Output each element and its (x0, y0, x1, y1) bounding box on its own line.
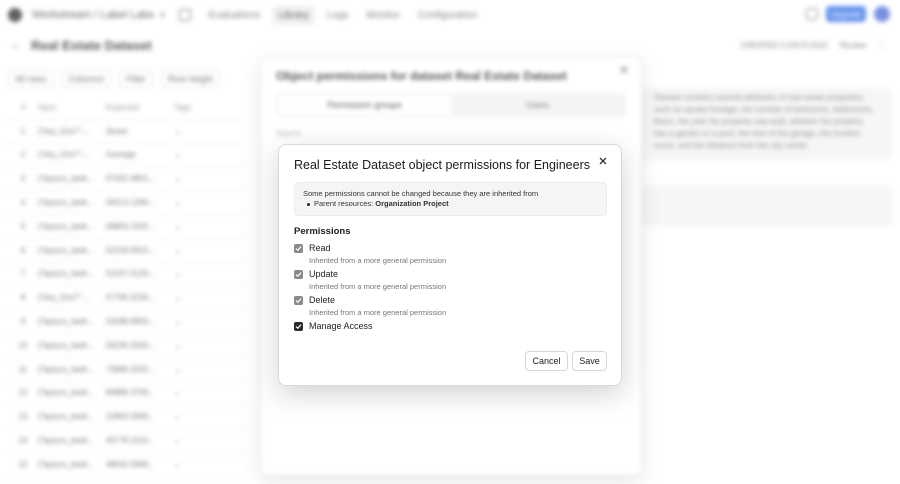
permission-label: Manage Access (309, 321, 373, 331)
permission-label: Update (309, 269, 339, 279)
inherited-permissions-notice: Some permissions cannot be changed becau… (294, 182, 607, 216)
close-icon (599, 157, 607, 165)
parent-resource-name: Organization Project (375, 199, 449, 208)
permissions-heading: Permissions (294, 226, 351, 237)
notice-list-item: Parent resources: Organization Project (303, 199, 598, 209)
manage-access-checkbox[interactable] (294, 321, 303, 331)
notice-text: Some permissions cannot be changed becau… (303, 189, 539, 198)
delete-checkbox[interactable] (294, 295, 303, 305)
close-button[interactable] (595, 153, 611, 169)
update-checkbox[interactable] (294, 269, 303, 279)
permission-manage-access: Manage Access (294, 321, 594, 331)
save-button[interactable]: Save (572, 351, 607, 371)
permission-delete: Delete Inherited from a more general per… (294, 295, 594, 317)
inherited-note: Inherited from a more general permission (309, 256, 447, 265)
inherited-note: Inherited from a more general permission (309, 282, 447, 291)
group-permissions-modal: Real Estate Dataset object permissions f… (278, 144, 622, 386)
notice-item-prefix: Parent resources: (314, 199, 376, 208)
permission-read: Read Inherited from a more general permi… (294, 243, 594, 265)
cancel-button[interactable]: Cancel (525, 351, 568, 371)
permission-label: Read (309, 243, 331, 253)
read-checkbox[interactable] (294, 243, 303, 253)
permission-update: Update Inherited from a more general per… (294, 269, 594, 291)
permission-label: Delete (309, 295, 336, 305)
inherited-note: Inherited from a more general permission (309, 308, 447, 317)
modal-title: Real Estate Dataset object permissions f… (294, 158, 590, 172)
